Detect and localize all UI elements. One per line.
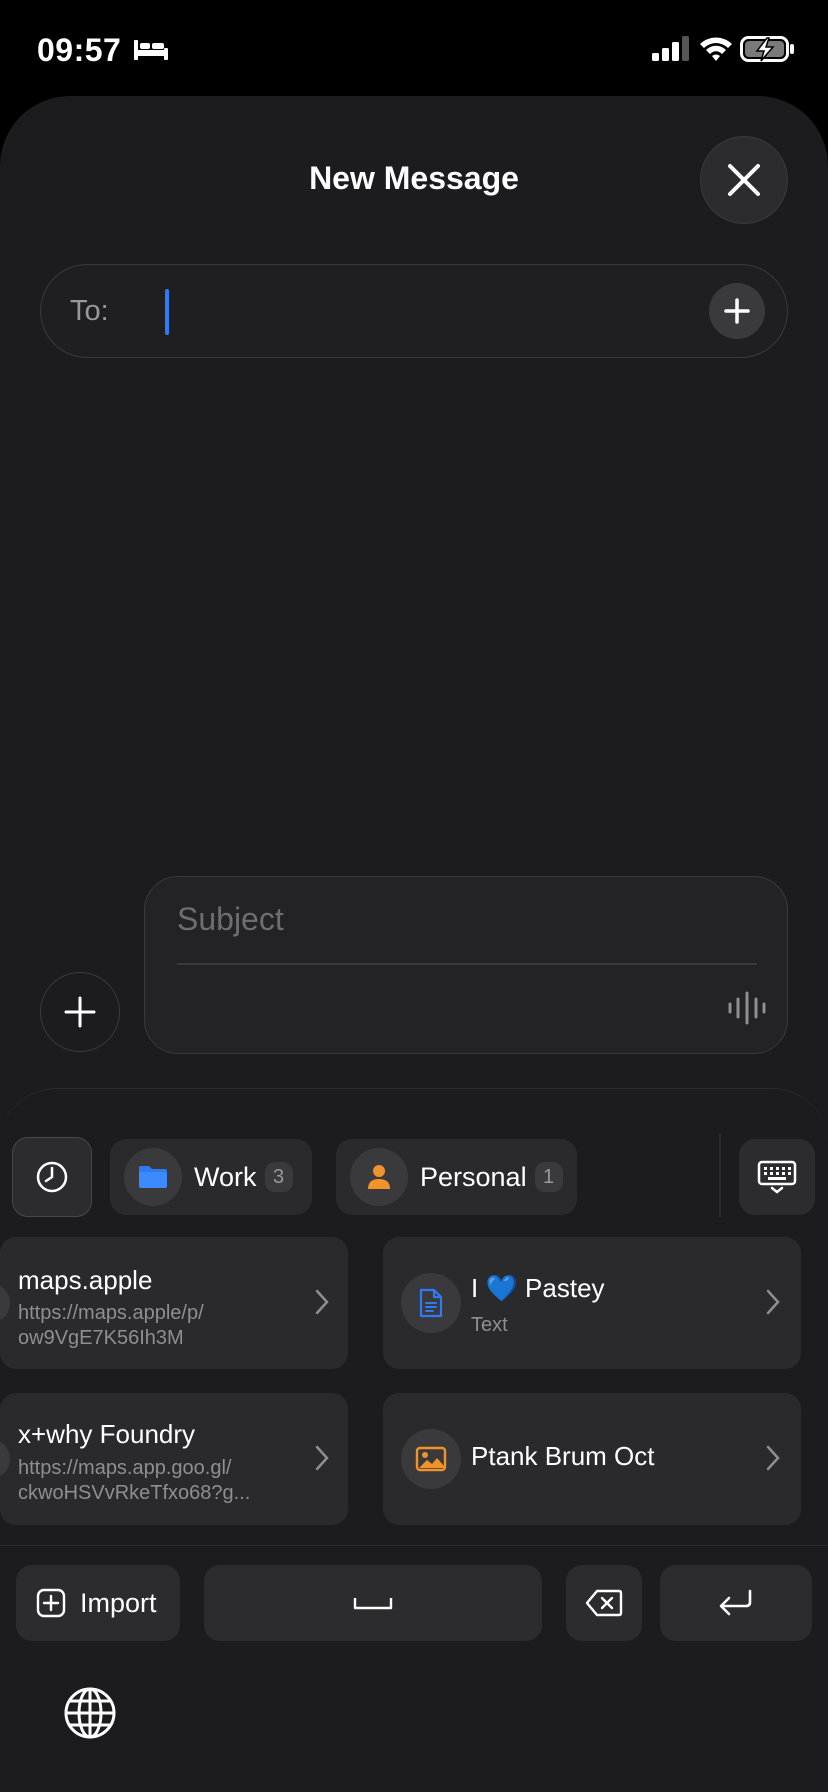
close-button[interactable] — [700, 136, 788, 224]
chevron-right-icon — [315, 1289, 329, 1315]
message-compose-box[interactable]: Subject — [144, 876, 788, 1054]
cellular-signal-icon — [652, 36, 689, 61]
clipboard-item-url-line-2: ow9VgE7K56Ih3M — [18, 1327, 184, 1349]
clipboard-item-title: Ptank Brum Oct — [471, 1441, 655, 1471]
clipboard-item-title: x+why Foundry — [18, 1419, 196, 1449]
space-key[interactable] — [204, 1565, 542, 1641]
return-icon — [719, 1589, 752, 1616]
chevron-right-icon — [766, 1445, 780, 1471]
folder-count-badge: 3 — [264, 1162, 293, 1192]
clipboard-keyboard: Work 3 Personal 1 maps.apple https://map — [0, 1088, 828, 1792]
to-label: To: — [70, 295, 109, 327]
document-icon — [419, 1288, 443, 1318]
clipboard-item-title: I 💙 Pastey — [471, 1273, 605, 1303]
return-key[interactable] — [660, 1565, 812, 1641]
clipboard-item[interactable]: x+why Foundry https://maps.app.goo.gl/ c… — [0, 1393, 348, 1525]
delete-backward-icon — [585, 1589, 623, 1617]
subject-input[interactable]: Subject — [177, 901, 284, 938]
clipboard-item-title: maps.apple — [18, 1265, 153, 1295]
folder-label: Personal — [420, 1161, 527, 1192]
bed-icon — [134, 40, 168, 60]
globe-icon[interactable] — [62, 1685, 118, 1741]
clock-icon — [36, 1161, 68, 1193]
folder-count-badge: 1 — [534, 1162, 563, 1192]
folder-icon — [139, 1166, 167, 1188]
clipboard-item-url-line-2: ckwoHSVvRkeTfxo68?g... — [18, 1482, 251, 1504]
delete-key[interactable] — [566, 1565, 642, 1641]
close-icon — [728, 164, 760, 196]
switch-keyboard-button[interactable] — [739, 1139, 815, 1215]
clipboard-item[interactable]: maps.apple https://maps.apple/p/ ow9VgE7… — [0, 1237, 348, 1369]
clipboard-item-url-line-1: https://maps.apple/p/ — [18, 1302, 204, 1324]
add-recipient-button[interactable] — [709, 283, 765, 339]
clipboard-item-url-line-1: https://maps.app.goo.gl/ — [18, 1457, 232, 1479]
waveform-icon[interactable] — [727, 991, 767, 1025]
plus-icon — [724, 298, 750, 324]
wifi-icon — [700, 37, 732, 61]
import-button[interactable]: Import — [16, 1565, 180, 1641]
plus-icon — [64, 996, 96, 1028]
status-time: 09:57 — [37, 32, 122, 68]
folder-chip-personal[interactable]: Personal 1 — [336, 1139, 577, 1215]
chevron-right-icon — [766, 1289, 780, 1315]
plus-square-icon — [36, 1588, 66, 1618]
chevron-right-icon — [315, 1445, 329, 1471]
keyboard-icon — [757, 1160, 797, 1194]
import-label: Import — [80, 1587, 157, 1618]
clipboard-item[interactable]: I 💙 Pastey Text — [383, 1237, 801, 1369]
person-icon — [368, 1165, 390, 1189]
attach-button[interactable] — [40, 972, 120, 1052]
history-tab[interactable] — [12, 1137, 92, 1217]
battery-charging-icon — [740, 36, 794, 62]
text-cursor — [165, 289, 169, 335]
status-bar: 09:57 — [0, 0, 828, 96]
folder-label: Work — [194, 1161, 257, 1192]
space-icon — [353, 1598, 393, 1610]
clipboard-item-type: Text — [471, 1314, 508, 1336]
folder-chip-work[interactable]: Work 3 — [110, 1139, 312, 1215]
recipient-field[interactable]: To: — [40, 264, 788, 358]
photo-icon — [415, 1446, 447, 1472]
tab-divider — [719, 1133, 721, 1217]
clipboard-item[interactable]: Ptank Brum Oct — [383, 1393, 801, 1525]
compose-divider — [177, 963, 757, 965]
keyboard-divider — [0, 1545, 828, 1546]
